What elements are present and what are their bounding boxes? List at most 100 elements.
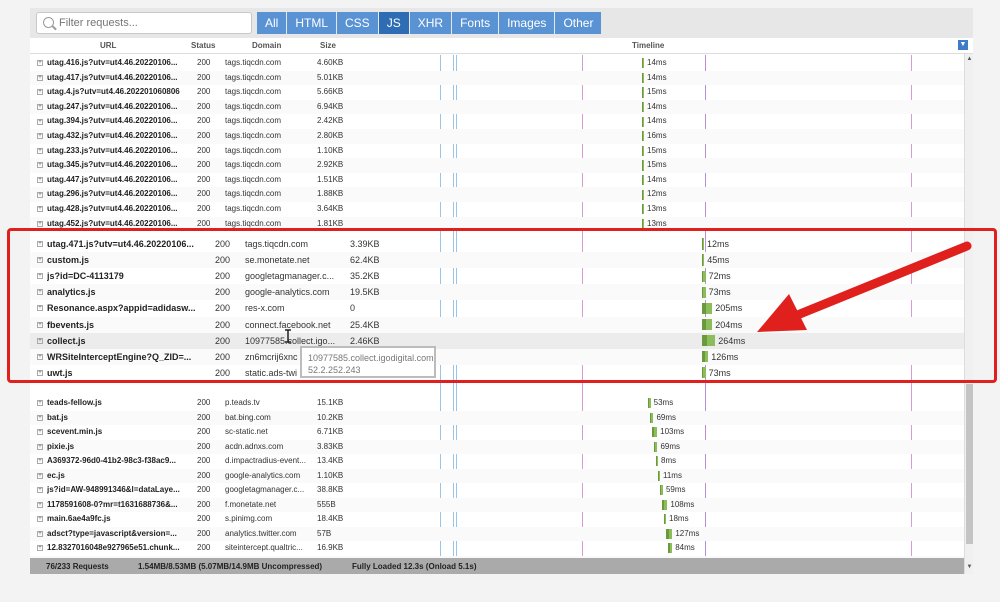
- col-status[interactable]: Status: [191, 41, 215, 50]
- filter-all-button[interactable]: All: [257, 12, 287, 34]
- table-row[interactable]: + adsct?type=javascript&version=... 200 ana…: [30, 526, 964, 542]
- expand-icon[interactable]: +: [37, 89, 43, 96]
- request-url[interactable]: utag.447.js?utv=ut4.46.20220106...: [47, 173, 197, 188]
- request-url[interactable]: bat.js: [47, 411, 197, 426]
- expand-icon[interactable]: +: [37, 530, 43, 537]
- request-url[interactable]: 1178591608-0?mr=t1631688736&...: [47, 498, 197, 513]
- expand-icon[interactable]: +: [37, 162, 43, 169]
- expand-icon[interactable]: +: [37, 472, 43, 479]
- table-row[interactable]: + utag.432.js?utv=ut4.46.20220106... 200 ta…: [30, 129, 964, 144]
- request-url[interactable]: utag.247.js?utv=ut4.46.20220106...: [47, 100, 197, 115]
- scroll-down-icon[interactable]: ▼: [966, 564, 973, 572]
- table-row[interactable]: + bat.js 200 bat.bing.com 10.2KB 69ms: [30, 410, 964, 426]
- expand-icon[interactable]: +: [37, 501, 43, 508]
- request-url[interactable]: utag.432.js?utv=ut4.46.20220106...: [47, 129, 197, 144]
- table-row[interactable]: + utag.233.js?utv=ut4.46.20220106... 200 ta…: [30, 144, 964, 159]
- table-row[interactable]: + utag.247.js?utv=ut4.46.20220106... 200 ta…: [30, 99, 964, 115]
- search-input[interactable]: [59, 15, 247, 31]
- table-row[interactable]: + utag.394.js?utv=ut4.46.20220106... 200 ta…: [30, 114, 964, 129]
- request-url[interactable]: pixie.js: [47, 440, 197, 455]
- request-url[interactable]: A369372-96d0-41b2-98c3-f38ac9...: [47, 454, 197, 469]
- table-row[interactable]: + utag.447.js?utv=ut4.46.20220106... 200 ta…: [30, 173, 964, 188]
- expand-icon[interactable]: +: [37, 147, 43, 154]
- expand-icon[interactable]: +: [37, 516, 43, 523]
- table-row[interactable]: + js?id=AW-948991346&l=dataLaye... 200 goog…: [30, 483, 964, 498]
- tooltip-host: 10977585.collect.igodigital.com: [308, 353, 434, 363]
- table-row[interactable]: + ec.js 200 google-analytics.com 1.10KB 11ms: [30, 468, 964, 484]
- toolbar: AllHTMLCSSJSXHRFontsImagesOther: [30, 8, 973, 38]
- table-row[interactable]: + utag.345.js?utv=ut4.46.20220106... 200 ta…: [30, 158, 964, 173]
- table-row[interactable]: + A369372-96d0-41b2-98c3-f38ac9... 200 d.im…: [30, 454, 964, 469]
- request-status: 200: [197, 441, 211, 451]
- request-url[interactable]: 12.8327016048e927965e51.chunk...: [47, 541, 197, 556]
- scroll-thumb[interactable]: [966, 384, 973, 544]
- table-row[interactable]: + utag.417.js?utv=ut4.46.20220106... 200 ta…: [30, 70, 964, 86]
- expand-icon[interactable]: +: [37, 177, 43, 184]
- table-row[interactable]: +1178591608-0?mr=t1631688736&... 200 f.mon…: [30, 497, 964, 513]
- search-box[interactable]: [36, 12, 252, 34]
- expand-icon[interactable]: +: [37, 400, 43, 407]
- request-url[interactable]: js?id=AW-948991346&l=dataLaye...: [47, 483, 197, 498]
- scroll-up-icon[interactable]: ▲: [966, 56, 973, 64]
- table-row[interactable]: + utag.296.js?utv=ut4.46.20220106... 200 ta…: [30, 187, 964, 202]
- request-url[interactable]: utag.296.js?utv=ut4.46.20220106...: [47, 187, 197, 202]
- request-url[interactable]: scevent.min.js: [47, 425, 197, 440]
- request-url[interactable]: utag.394.js?utv=ut4.46.20220106...: [47, 114, 197, 129]
- expand-icon[interactable]: +: [37, 429, 43, 436]
- request-status: 200: [197, 131, 211, 140]
- request-url[interactable]: teads-fellow.js: [47, 396, 197, 411]
- request-size: 6.94KB: [317, 101, 344, 111]
- request-url[interactable]: utag.416.js?utv=ut4.46.20220106...: [47, 56, 197, 71]
- expand-icon[interactable]: +: [37, 545, 43, 552]
- col-timeline[interactable]: Timeline: [632, 41, 664, 50]
- expand-icon[interactable]: +: [37, 133, 43, 140]
- chevron-down-icon[interactable]: ▼: [958, 40, 968, 50]
- request-url[interactable]: main.6ae4a9fc.js: [47, 512, 197, 527]
- filter-js-button[interactable]: JS: [378, 12, 409, 34]
- table-row[interactable]: + scevent.min.js 200 sc-static.net 6.71KB 103…: [30, 425, 964, 440]
- table-row[interactable]: + utag.4.js?utv=ut4.46.202201060806 200 tag…: [30, 85, 964, 100]
- col-size[interactable]: Size: [320, 41, 336, 50]
- expand-icon[interactable]: +: [37, 220, 43, 227]
- expand-icon[interactable]: +: [37, 443, 43, 450]
- filter-xhr-button[interactable]: XHR: [409, 12, 452, 34]
- request-url[interactable]: utag.417.js?utv=ut4.46.20220106...: [47, 71, 197, 86]
- expand-icon[interactable]: +: [37, 458, 43, 465]
- request-domain: tags.tiqcdn.com: [225, 160, 282, 170]
- expand-icon[interactable]: +: [37, 104, 43, 111]
- filter-fonts-button[interactable]: Fonts: [452, 12, 499, 34]
- filter-images-button[interactable]: Images: [499, 12, 555, 34]
- expand-icon[interactable]: +: [37, 206, 43, 213]
- request-url[interactable]: adsct?type=javascript&version=...: [47, 527, 197, 542]
- col-domain[interactable]: Domain: [252, 41, 281, 50]
- request-status: 200: [197, 189, 211, 199]
- request-url[interactable]: ec.js: [47, 469, 197, 484]
- filter-css-button[interactable]: CSS: [337, 12, 378, 34]
- request-url[interactable]: utag.345.js?utv=ut4.46.20220106...: [47, 158, 197, 173]
- expand-icon[interactable]: +: [37, 118, 43, 125]
- expand-icon[interactable]: +: [37, 414, 43, 421]
- table-row[interactable]: + utag.416.js?utv=ut4.46.20220106... 200 ta…: [30, 56, 964, 71]
- request-url[interactable]: utag.4.js?utv=ut4.46.202201060806: [47, 85, 197, 100]
- expand-icon[interactable]: +: [37, 60, 43, 67]
- request-duration: 69ms: [660, 441, 680, 451]
- filter-html-button[interactable]: HTML: [287, 12, 337, 34]
- col-url[interactable]: URL: [100, 41, 116, 50]
- request-url[interactable]: utag.428.js?utv=ut4.46.20220106...: [47, 202, 197, 217]
- table-row[interactable]: + pixie.js 200 acdn.adnxs.com 3.83KB 69ms: [30, 439, 964, 455]
- expand-icon[interactable]: +: [37, 74, 43, 81]
- request-url[interactable]: utag.233.js?utv=ut4.46.20220106...: [47, 144, 197, 159]
- request-status: 200: [197, 72, 211, 82]
- request-domain: bat.bing.com: [225, 412, 271, 422]
- request-duration: 8ms: [661, 456, 677, 465]
- expand-icon[interactable]: +: [37, 191, 43, 198]
- table-row[interactable]: + utag.428.js?utv=ut4.46.20220106... 200 ta…: [30, 202, 964, 217]
- filter-other-button[interactable]: Other: [555, 12, 602, 34]
- table-row[interactable]: +12.8327016048e927965e51.chunk... 200 site…: [30, 541, 964, 556]
- table-row[interactable]: + teads-fellow.js 200 p.teads.tv 15.1KB 53ms: [30, 396, 964, 411]
- timing-bar: [642, 189, 644, 200]
- expand-icon[interactable]: +: [37, 487, 43, 494]
- table-row[interactable]: + main.6ae4a9fc.js 200 s.pinimg.com 18.4KB 18…: [30, 512, 964, 527]
- request-size: 15.1KB: [317, 398, 344, 407]
- request-status: 200: [197, 514, 211, 523]
